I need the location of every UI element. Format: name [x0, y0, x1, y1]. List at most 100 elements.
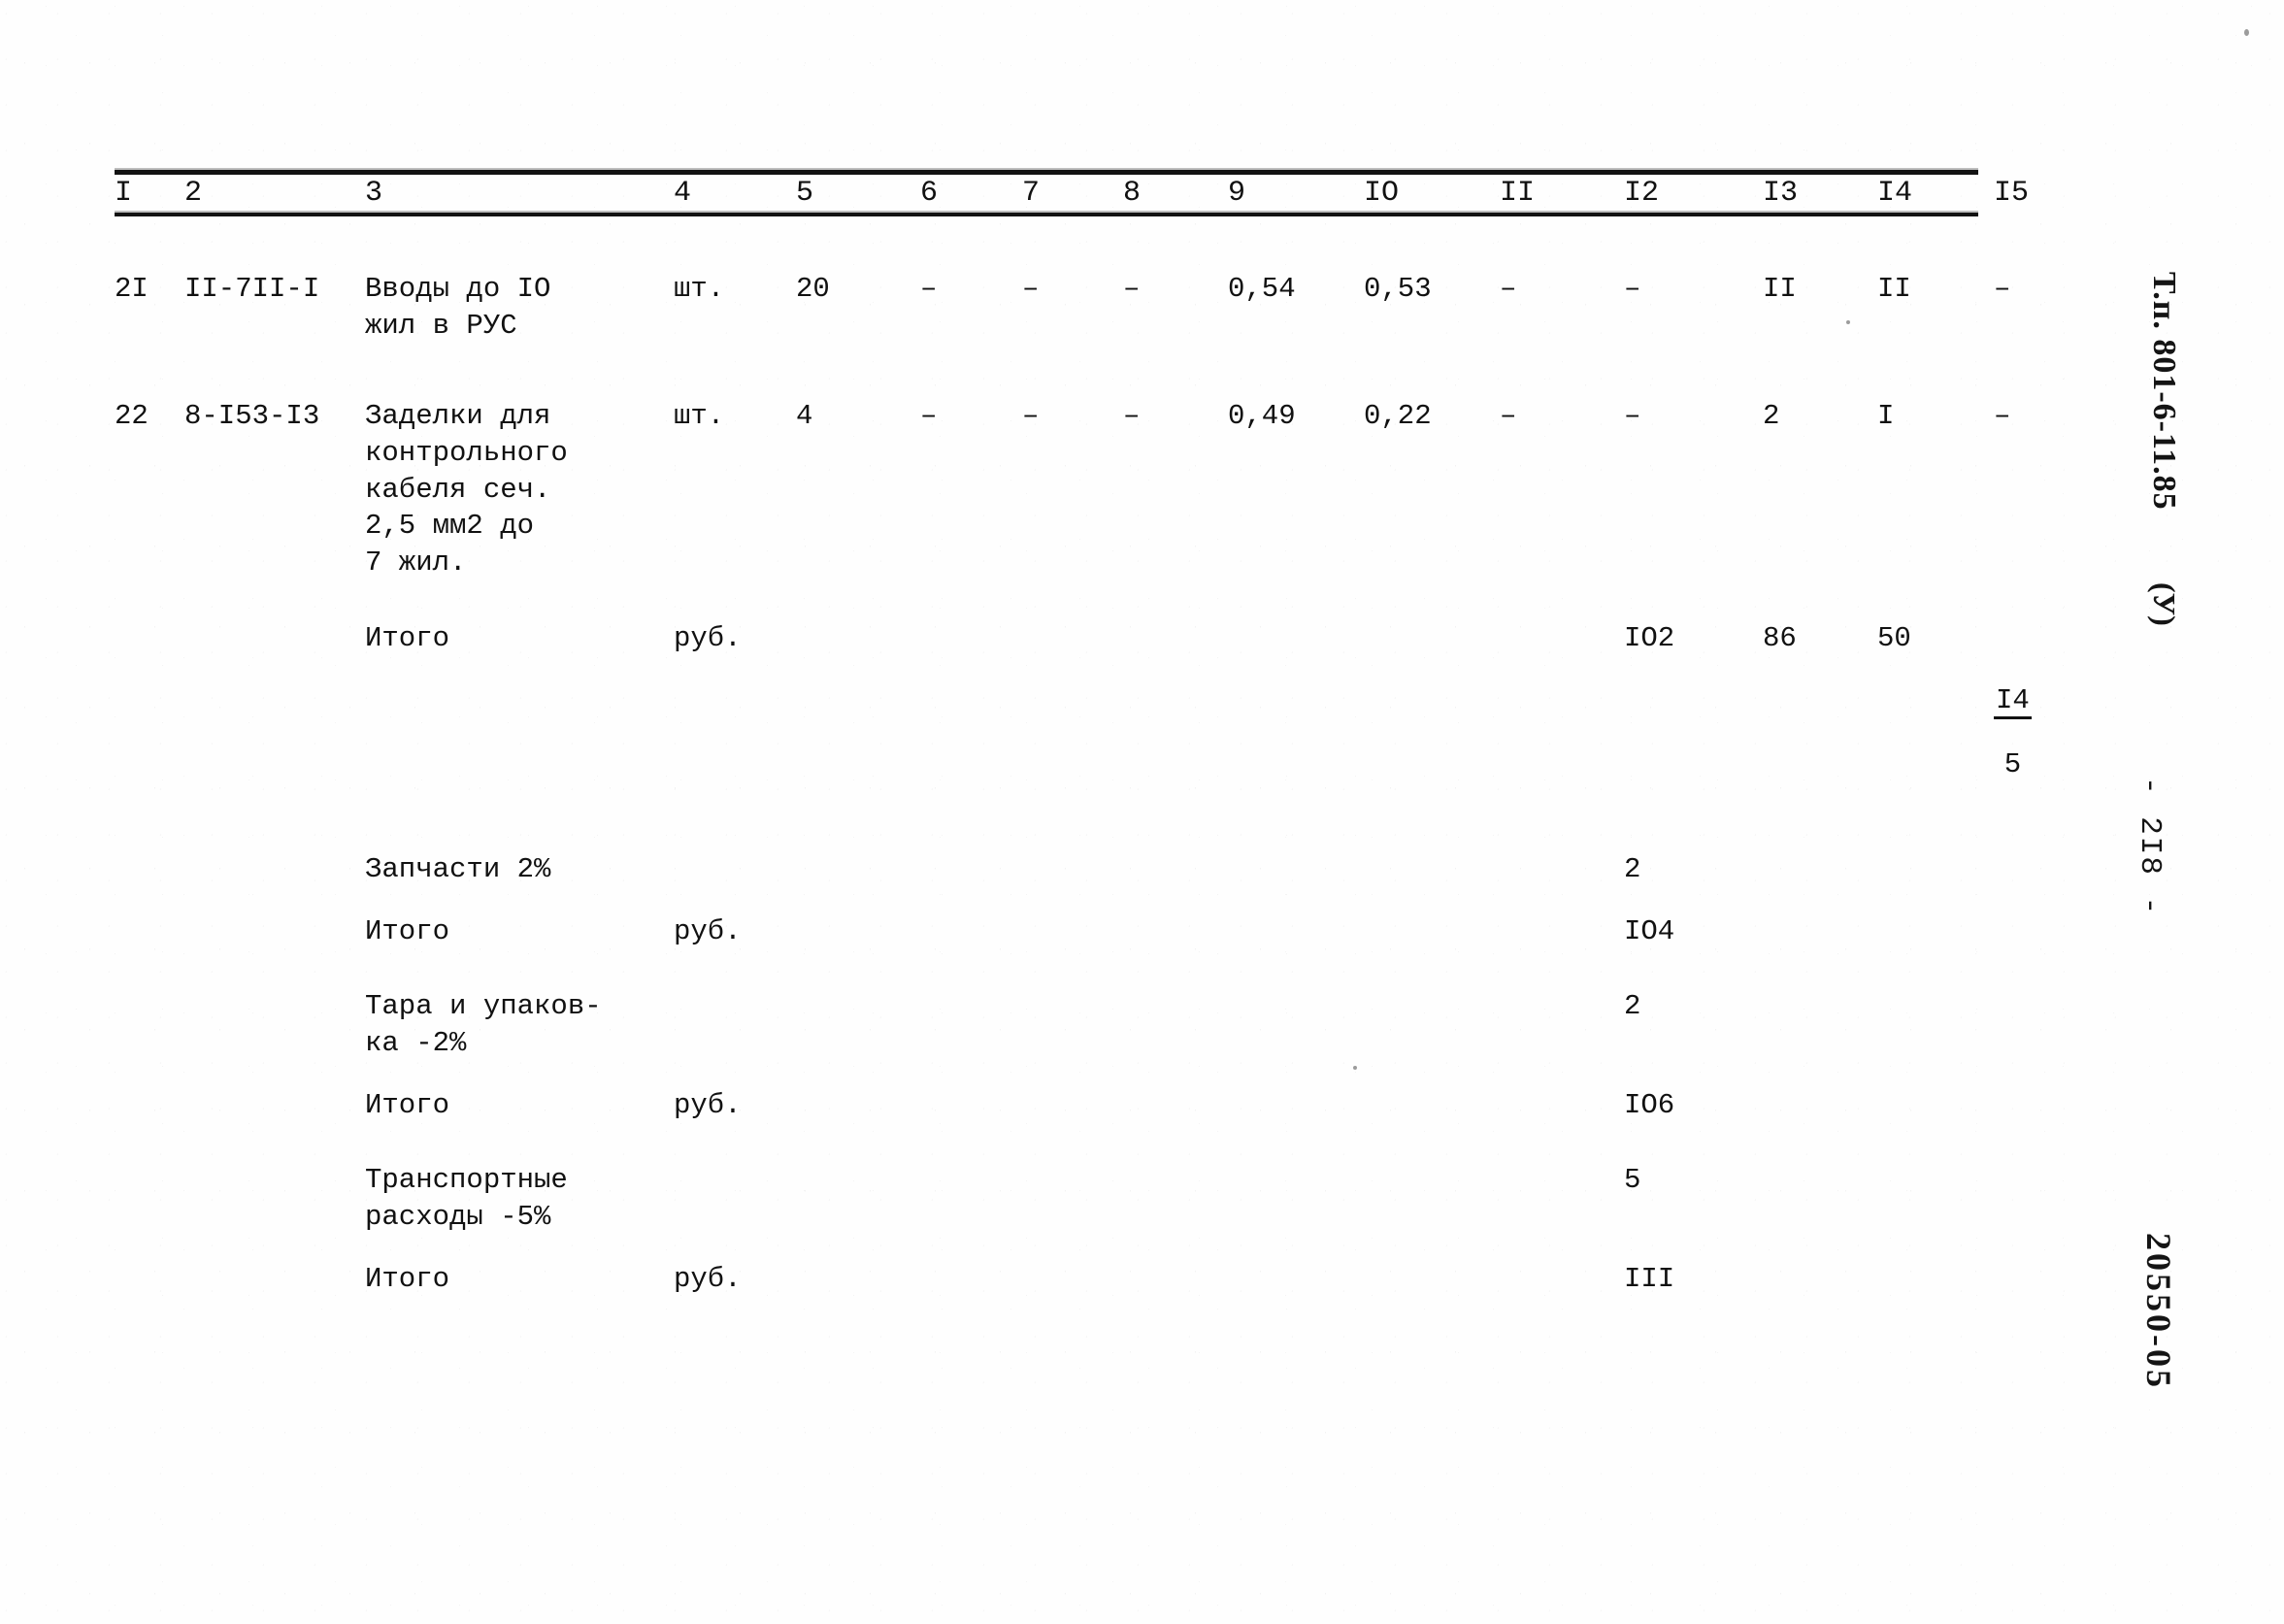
tara-c8 [1123, 988, 1228, 1061]
gap-itogo3-transport [115, 1123, 2075, 1162]
zapchasti-c5 [796, 851, 920, 888]
itogo1-c10 [1364, 620, 1500, 812]
zapchasti-c11 [1500, 851, 1624, 888]
itogo4-code [184, 1261, 365, 1298]
row-22-c11: – [1500, 400, 1517, 433]
scan-speck [1846, 320, 1850, 324]
table-row: Транспортные расходы -5% 5 [115, 1162, 2075, 1235]
tara-c11 [1500, 988, 1624, 1061]
itogo2-c9 [1228, 913, 1364, 950]
col-header-11: II [1500, 177, 1536, 210]
itogo2-c6 [920, 913, 1022, 950]
col-header-6: 6 [920, 177, 939, 210]
row-21-c15: – [1994, 273, 2011, 305]
row-21-c9: 0,54 [1228, 273, 1296, 305]
stamp-archive: 20550-05 [2139, 1233, 2178, 1390]
zapchasti-c15 [1994, 851, 2075, 888]
itogo4-c6 [920, 1261, 1022, 1298]
itogo1-c11 [1500, 620, 1624, 812]
itogo3-c11 [1500, 1087, 1624, 1124]
table-header-rule [115, 211, 1978, 216]
itogo1-code [184, 620, 365, 812]
row-22-c9: 0,49 [1228, 400, 1296, 433]
gap-itogo1-zapchasti [115, 812, 2075, 851]
table-row: 22 8-I53-I3 Заделки для контрольного каб… [115, 398, 2075, 580]
transport-c15 [1994, 1162, 2075, 1235]
row-22-desc: Заделки для контрольного кабеля сеч. 2,5… [365, 400, 568, 580]
gap-row-21-22 [115, 344, 2075, 398]
row-21-c7: – [1022, 273, 1040, 305]
itogo2-label: Итого [365, 914, 450, 947]
zapchasti-c13 [1763, 851, 1877, 888]
tara-c5 [796, 988, 920, 1061]
zapchasti-no [115, 851, 184, 888]
itogo2-c11 [1500, 913, 1624, 950]
row-21-c14: II [1877, 273, 1911, 305]
itogo4-c13 [1763, 1261, 1877, 1298]
table-row: Итого руб. IO6 [115, 1087, 2075, 1124]
itogo1-c7 [1022, 620, 1123, 812]
tara-no [115, 988, 184, 1061]
table-row: Запчасти 2% 2 [115, 851, 2075, 888]
col-header-14: I4 [1877, 177, 1913, 210]
scanned-page: I 2 3 4 5 6 7 8 9 IO II I2 I3 I4 I5 2I I… [0, 0, 2284, 1624]
itogo3-no [115, 1087, 184, 1124]
transport-c13 [1763, 1162, 1877, 1235]
tara-c7 [1022, 988, 1123, 1061]
row-22-no: 22 [115, 400, 149, 433]
itogo1-c9 [1228, 620, 1364, 812]
zapchasti-c14 [1877, 851, 1994, 888]
itogo2-c14 [1877, 913, 1994, 950]
fraction-denominator: 5 [2003, 747, 2022, 780]
itogo2-code [184, 913, 365, 950]
itogo4-c10 [1364, 1261, 1500, 1298]
row-22-c6: – [920, 400, 938, 433]
zapchasti-c6 [920, 851, 1022, 888]
row-22-c14: I [1877, 400, 1895, 433]
row-21-unit: шт. [674, 273, 725, 305]
fraction-numerator: I4 [1994, 685, 2032, 720]
itogo2-c5 [796, 913, 920, 950]
row-21-c10: 0,53 [1364, 273, 1432, 305]
gap-transport-itogo4 [115, 1236, 2075, 1261]
itogo4-unit: руб. [674, 1262, 742, 1295]
stamp-variant: (У) [2147, 582, 2182, 626]
table-row: Итого руб. III [115, 1261, 2075, 1298]
zapchasti-code [184, 851, 365, 888]
itogo3-c8 [1123, 1087, 1228, 1124]
transport-c10 [1364, 1162, 1500, 1235]
itogo3-c13 [1763, 1087, 1877, 1124]
row-22-code: 8-I53-I3 [184, 400, 320, 433]
tara-c10 [1364, 988, 1500, 1061]
itogo3-c14 [1877, 1087, 1994, 1124]
itogo1-unit: руб. [674, 621, 742, 654]
row-21-no: 2I [115, 273, 149, 305]
tara-c9 [1228, 988, 1364, 1061]
zapchasti-c12: 2 [1624, 852, 1641, 885]
itogo2-c7 [1022, 913, 1123, 950]
itogo3-c7 [1022, 1087, 1123, 1124]
gap-row-22-itogo1 [115, 581, 2075, 620]
itogo3-c15 [1994, 1087, 2075, 1124]
itogo1-c8 [1123, 620, 1228, 812]
row-21-qty: 20 [796, 273, 830, 305]
col-header-9: 9 [1228, 177, 1246, 210]
col-header-2: 2 [184, 177, 203, 210]
row-22-c13: 2 [1763, 400, 1780, 433]
row-21-c11: – [1500, 273, 1517, 305]
row-21-c13: II [1763, 273, 1797, 305]
col-header-12: I2 [1624, 177, 1660, 210]
tara-c6 [920, 988, 1022, 1061]
itogo1-no [115, 620, 184, 812]
itogo4-c11 [1500, 1261, 1624, 1298]
itogo1-c12: IO2 [1624, 621, 1675, 654]
row-21-c6: – [920, 273, 938, 305]
itogo3-c10 [1364, 1087, 1500, 1124]
itogo2-unit: руб. [674, 914, 742, 947]
col-header-1: I [115, 177, 133, 210]
table-row: Итого руб. IO4 [115, 913, 2075, 950]
zapchasti-unit [674, 851, 796, 888]
itogo1-c14: 50 [1877, 621, 1911, 654]
zapchasti-label: Запчасти 2% [365, 852, 551, 885]
zapchasti-c10 [1364, 851, 1500, 888]
